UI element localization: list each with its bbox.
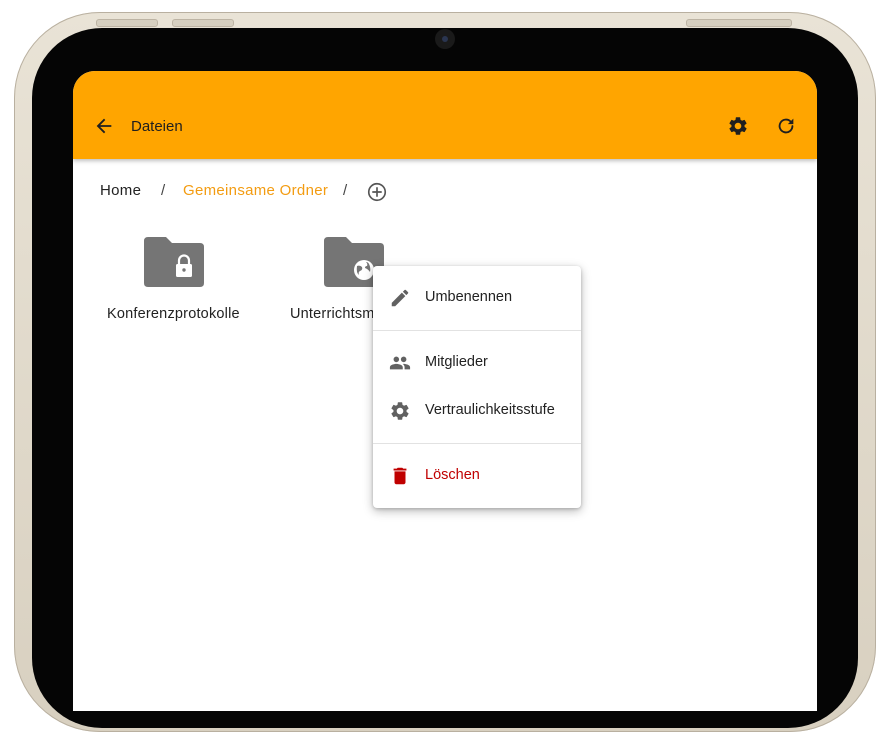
plus-circle-icon[interactable] [366,181,388,203]
menu-item-label: Vertraulichkeitsstufe [425,402,555,418]
menu-item-rename[interactable]: Umbenennen [373,276,581,320]
arrow-left-icon[interactable] [93,115,115,137]
people-icon [389,356,411,370]
front-camera [435,29,455,49]
breadcrumb-home[interactable]: Home [100,182,141,199]
pencil-icon [391,289,409,307]
menu-item-members[interactable]: Mitglieder [373,341,581,385]
hardware-button [172,19,234,27]
hardware-button [96,19,158,27]
app-bar: Dateien [73,71,817,159]
breadcrumb: Home / Gemeinsame Ordner / [73,181,817,205]
globe-icon [354,260,374,280]
folder-name: Konferenzprotokolle [107,306,240,322]
folder-item[interactable] [140,235,208,291]
menu-item-label: Löschen [425,467,480,483]
folder-icon [144,237,204,287]
breadcrumb-separator: / [161,182,166,199]
menu-item-label: Umbenennen [425,289,513,305]
gear-icon[interactable] [727,115,749,137]
context-menu: Umbenennen Mitglieder Vertraulichkeitsst… [373,266,581,508]
menu-divider [373,443,581,444]
menu-item-label: Mitglieder [425,354,488,370]
menu-item-delete[interactable]: Löschen [373,454,581,498]
breadcrumb-current[interactable]: Gemeinsame Ordner [183,182,328,199]
menu-item-confidentiality[interactable]: Vertraulichkeitsstufe [373,389,581,433]
app-bar-title: Dateien [131,118,183,135]
gear-icon [391,402,409,420]
menu-divider [373,330,581,331]
trash-icon [393,467,407,485]
power-button [686,19,792,27]
breadcrumb-separator: / [343,182,348,199]
folder-name: Unterrichtsm [290,306,375,322]
refresh-icon[interactable] [775,115,797,137]
